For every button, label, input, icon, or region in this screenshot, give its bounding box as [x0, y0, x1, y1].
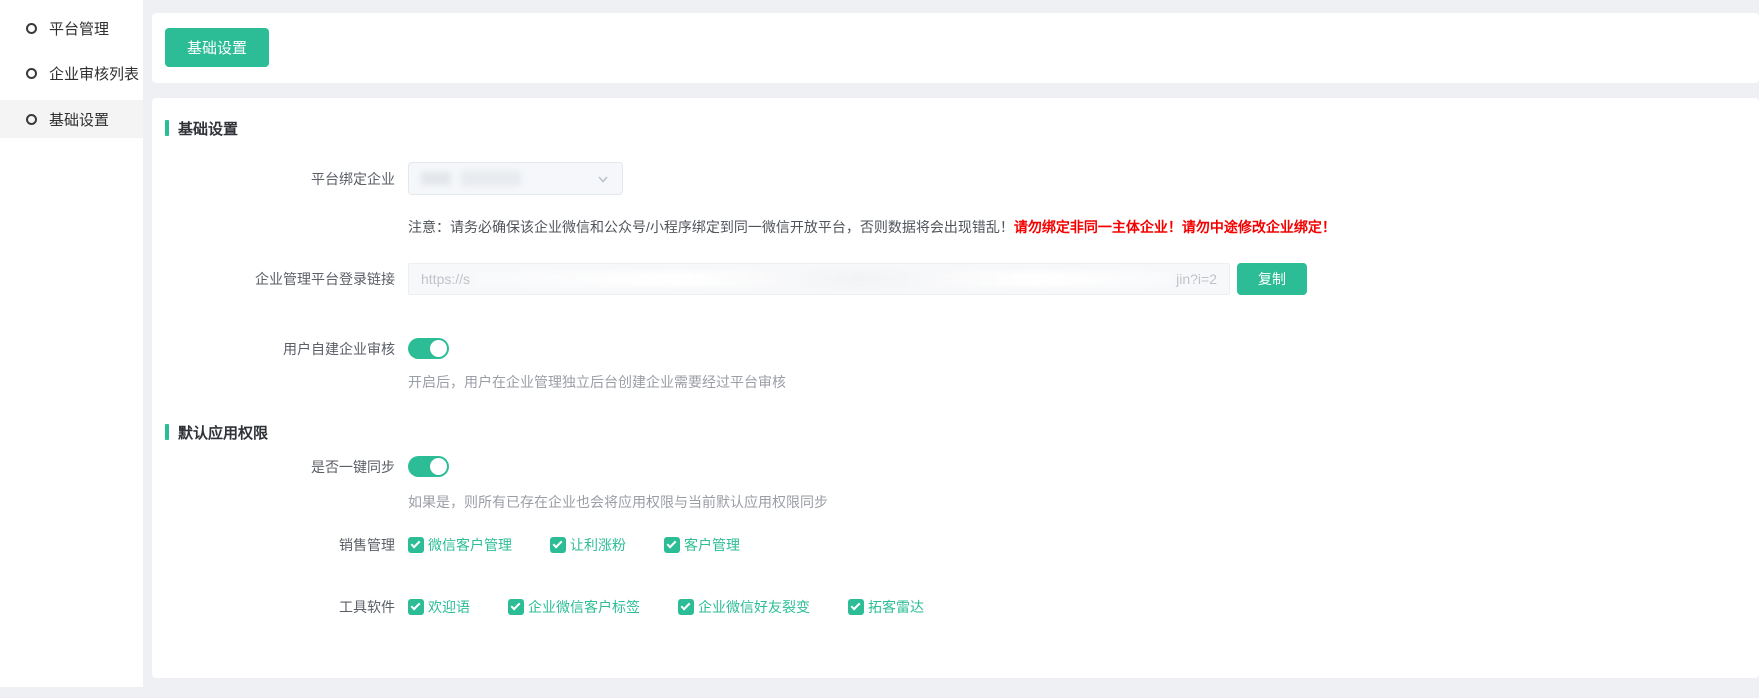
one-key-sync-toggle[interactable] [408, 456, 449, 477]
one-key-sync-helper-row: 如果是，则所有已存在企业也会将应用权限与当前默认应用权限同步 [165, 492, 1759, 512]
note-normal-text: 注意：请务必确保该企业微信和公众号/小程序绑定到同一微信开放平台，否则数据将会出… [408, 219, 1014, 235]
redacted-text-blob [421, 172, 451, 185]
self-audit-label: 用户自建企业审核 [165, 339, 395, 359]
sidebar-item-label: 基础设置 [49, 109, 109, 130]
toggle-knob [430, 340, 447, 357]
check-icon [511, 601, 521, 611]
platform-bind-row: 平台绑定企业 [165, 162, 1759, 195]
checkbox-wecom-customer-tags[interactable]: 企业微信客户标签 [508, 597, 640, 617]
platform-bind-note: 注意：请务必确保该企业微信和公众号/小程序绑定到同一微信开放平台，否则数据将会出… [408, 217, 1336, 237]
sidebar-item-basic-settings[interactable]: 基础设置 [0, 100, 143, 138]
checkbox-customer-radar[interactable]: 拓客雷达 [848, 597, 924, 617]
note-warning-text: 请勿绑定非同一主体企业！请勿中途修改企业绑定！ [1014, 219, 1336, 235]
self-audit-helper: 开启后，用户在企业管理独立后台创建企业需要经过平台审核 [408, 372, 786, 392]
platform-bind-select[interactable] [408, 162, 623, 195]
sidebar-item-label: 企业审核列表 [49, 63, 139, 84]
checkbox-checked-icon [550, 537, 566, 553]
circle-bullet-icon [26, 68, 37, 79]
toggle-knob [430, 458, 447, 475]
check-icon [411, 539, 421, 549]
section-title-text: 默认应用权限 [178, 422, 268, 443]
checkbox-profit-fans-growth[interactable]: 让利涨粉 [550, 535, 626, 555]
platform-bind-note-row: 注意：请务必确保该企业微信和公众号/小程序绑定到同一微信开放平台，否则数据将会出… [165, 217, 1759, 237]
check-icon [411, 601, 421, 611]
sidebar-item-platform-management[interactable]: 平台管理 [0, 6, 143, 51]
sidebar: 平台管理 企业审核列表 基础设置 [0, 0, 143, 687]
self-audit-helper-row: 开启后，用户在企业管理独立后台创建企业需要经过平台审核 [165, 372, 1759, 392]
checkbox-checked-icon [408, 537, 424, 553]
section-header-default-permissions: 默认应用权限 [165, 422, 1759, 442]
url-suffix-text: jin?i=2 [1176, 271, 1217, 287]
redacted-url-blob [474, 271, 1172, 287]
self-audit-toggle[interactable] [408, 338, 449, 359]
tab-basic-settings[interactable]: 基础设置 [165, 28, 269, 67]
copy-button[interactable]: 复制 [1237, 263, 1307, 295]
tab-bar-card: 基础设置 [152, 13, 1759, 83]
chevron-down-icon [596, 172, 610, 186]
self-audit-row: 用户自建企业审核 [165, 338, 1759, 359]
check-icon [681, 601, 691, 611]
one-key-sync-helper: 如果是，则所有已存在企业也会将应用权限与当前默认应用权限同步 [408, 492, 828, 512]
section-accent-bar [165, 120, 169, 136]
settings-form-card: 基础设置 平台绑定企业 注意：请务必确保该企业微信和公众号/小程序绑定到同一微信… [152, 98, 1759, 678]
checkbox-checked-icon [508, 599, 524, 615]
section-accent-bar [165, 424, 169, 440]
section-title-text: 基础设置 [178, 118, 238, 139]
checkbox-checked-icon [678, 599, 694, 615]
section-header-basic-settings: 基础设置 [165, 118, 1759, 138]
sidebar-item-enterprise-review-list[interactable]: 企业审核列表 [0, 51, 143, 96]
checkbox-customer-management[interactable]: 客户管理 [664, 535, 740, 555]
check-icon [851, 601, 861, 611]
login-link-input[interactable]: https://s jin?i=2 [408, 263, 1230, 295]
platform-bind-label: 平台绑定企业 [165, 169, 395, 189]
circle-bullet-icon [26, 114, 37, 125]
checkbox-wechat-customer-management[interactable]: 微信客户管理 [408, 535, 512, 555]
redacted-text-blob [461, 171, 521, 186]
checkbox-wecom-friend-fission[interactable]: 企业微信好友裂变 [678, 597, 810, 617]
sidebar-item-label: 平台管理 [49, 18, 109, 39]
tool-software-row: 工具软件 欢迎语 企业微信客户标签 企业微信好友裂变 拓客雷达 [165, 597, 1759, 617]
login-link-label: 企业管理平台登录链接 [165, 269, 395, 289]
checkbox-checked-icon [664, 537, 680, 553]
one-key-sync-row: 是否一键同步 [165, 456, 1759, 477]
sales-management-row: 销售管理 微信客户管理 让利涨粉 客户管理 [165, 535, 1759, 555]
url-prefix-text: https://s [421, 271, 470, 287]
circle-bullet-icon [26, 23, 37, 34]
checkbox-checked-icon [848, 599, 864, 615]
check-icon [667, 539, 677, 549]
check-icon [553, 539, 563, 549]
tool-software-label: 工具软件 [165, 597, 395, 617]
checkbox-welcome-message[interactable]: 欢迎语 [408, 597, 470, 617]
checkbox-checked-icon [408, 599, 424, 615]
login-link-row: 企业管理平台登录链接 https://s jin?i=2 复制 [165, 263, 1759, 295]
sales-management-label: 销售管理 [165, 535, 395, 555]
one-key-sync-label: 是否一键同步 [165, 457, 395, 477]
